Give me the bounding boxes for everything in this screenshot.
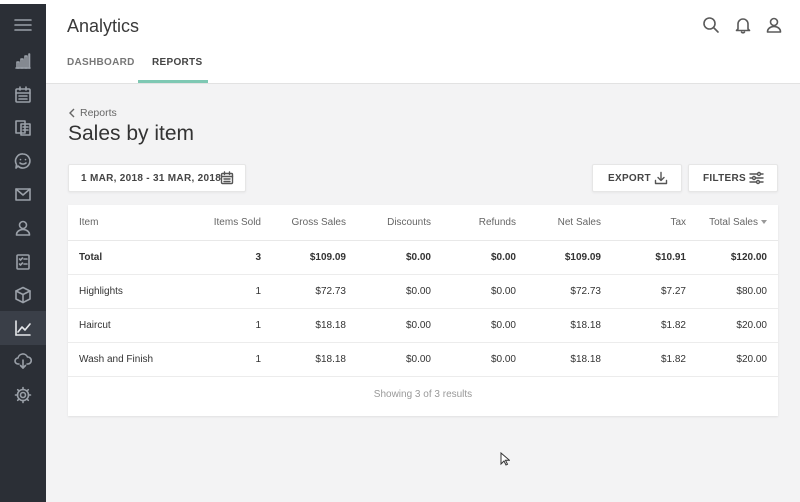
table-cell: $109.09 [272,240,357,275]
table-cell: $0.00 [357,342,442,377]
sales-table: Item Items Sold Gross Sales Discounts Re… [68,205,778,377]
table-cell: 1 [188,342,272,377]
smiley-chat-icon[interactable] [0,144,46,178]
col-total-sales[interactable]: Total Sales [697,205,778,241]
export-button[interactable]: EXPORT [592,164,682,192]
table-cell: $18.18 [527,342,612,377]
table-cell: $0.00 [357,240,442,275]
table-total-row: Total 3 $109.09 $0.00 $0.00 $109.09 $10.… [68,240,778,275]
table-row[interactable]: Haircut 1 $18.18 $0.00 $0.00 $18.18 $1.8… [68,308,778,343]
col-items-sold[interactable]: Items Sold [188,205,272,241]
customer-icon[interactable] [0,211,46,245]
sidebar-top-strip [0,0,46,4]
table-cell: $18.18 [272,342,357,377]
sidebar [0,0,46,502]
table-cell: $0.00 [442,308,527,343]
catalog-icon[interactable] [0,111,46,145]
cloud-download-icon[interactable] [0,344,46,378]
table-cell: $1.82 [612,342,697,377]
table-cell: $20.00 [697,308,778,343]
table-row[interactable]: Highlights 1 $72.73 $0.00 $0.00 $72.73 $… [68,274,778,309]
mail-icon[interactable] [0,177,46,211]
table-cell: $0.00 [357,308,442,343]
table-cell: Total [68,240,188,275]
table-cell: $18.18 [272,308,357,343]
table-cell: $20.00 [697,342,778,377]
table-cell: 1 [188,308,272,343]
trend-chart-icon[interactable] [0,311,46,345]
app-title: Analytics [67,16,140,36]
download-icon [654,171,668,185]
table-cell: $0.00 [442,240,527,275]
table-cell: $72.73 [527,274,612,309]
checklist-icon[interactable] [0,245,46,279]
tab-dashboard[interactable]: DASHBOARD [67,57,135,83]
app-header: Analytics DASHBOARD REPORTS [46,0,800,84]
table-cell: 3 [188,240,272,275]
table-cell: $0.00 [357,274,442,309]
mouse-cursor-icon [500,451,511,466]
table-cell: $10.91 [612,240,697,275]
breadcrumb[interactable]: Reports [68,107,117,119]
sort-desc-icon [761,220,767,225]
table-cell: $0.00 [442,342,527,377]
table-cell: $18.18 [527,308,612,343]
date-range-picker[interactable]: 1 MAR, 2018 - 31 MAR, 2018 [68,164,246,192]
filters-button[interactable]: FILTERS [688,164,778,192]
table-cell: Highlights [68,274,188,309]
col-refunds[interactable]: Refunds [442,205,527,241]
table-cell: 1 [188,274,272,309]
table-cell: $120.00 [697,240,778,275]
col-tax[interactable]: Tax [612,205,697,241]
user-icon[interactable] [763,14,785,36]
table-header-row: Item Items Sold Gross Sales Discounts Re… [68,205,778,241]
calendar-icon [220,171,234,185]
gear-icon[interactable] [0,378,46,412]
table-row[interactable]: Wash and Finish 1 $18.18 $0.00 $0.00 $18… [68,342,778,377]
table-cell: $7.27 [612,274,697,309]
table-cell: Haircut [68,308,188,343]
table-cell: $80.00 [697,274,778,309]
breadcrumb-reports-link[interactable]: Reports [80,107,117,119]
col-gross-sales[interactable]: Gross Sales [272,205,357,241]
export-label: EXPORT [608,172,651,184]
table-cell: $1.82 [612,308,697,343]
sliders-icon [749,171,764,185]
filters-label: FILTERS [703,172,747,184]
table-cell: $0.00 [442,274,527,309]
results-count: Showing 3 of 3 results [373,389,473,400]
box-icon[interactable] [0,278,46,312]
table-cell: $109.09 [527,240,612,275]
active-tab-indicator [138,80,208,83]
menu-icon[interactable] [0,8,46,42]
col-net-sales[interactable]: Net Sales [527,205,612,241]
page-title: Sales by item [68,122,195,145]
sales-table-card: Item Items Sold Gross Sales Discounts Re… [68,205,778,416]
search-icon[interactable] [700,14,722,36]
date-range-label: 1 MAR, 2018 - 31 MAR, 2018 [81,172,222,184]
chevron-left-icon [69,108,75,118]
bar-chart-icon[interactable] [0,44,46,78]
col-discounts[interactable]: Discounts [357,205,442,241]
table-cell: Wash and Finish [68,342,188,377]
col-total-sales-label: Total Sales [709,216,758,228]
bell-icon[interactable] [732,14,754,36]
table-cell: $72.73 [272,274,357,309]
col-item[interactable]: Item [68,205,188,241]
calendar-icon[interactable] [0,78,46,112]
